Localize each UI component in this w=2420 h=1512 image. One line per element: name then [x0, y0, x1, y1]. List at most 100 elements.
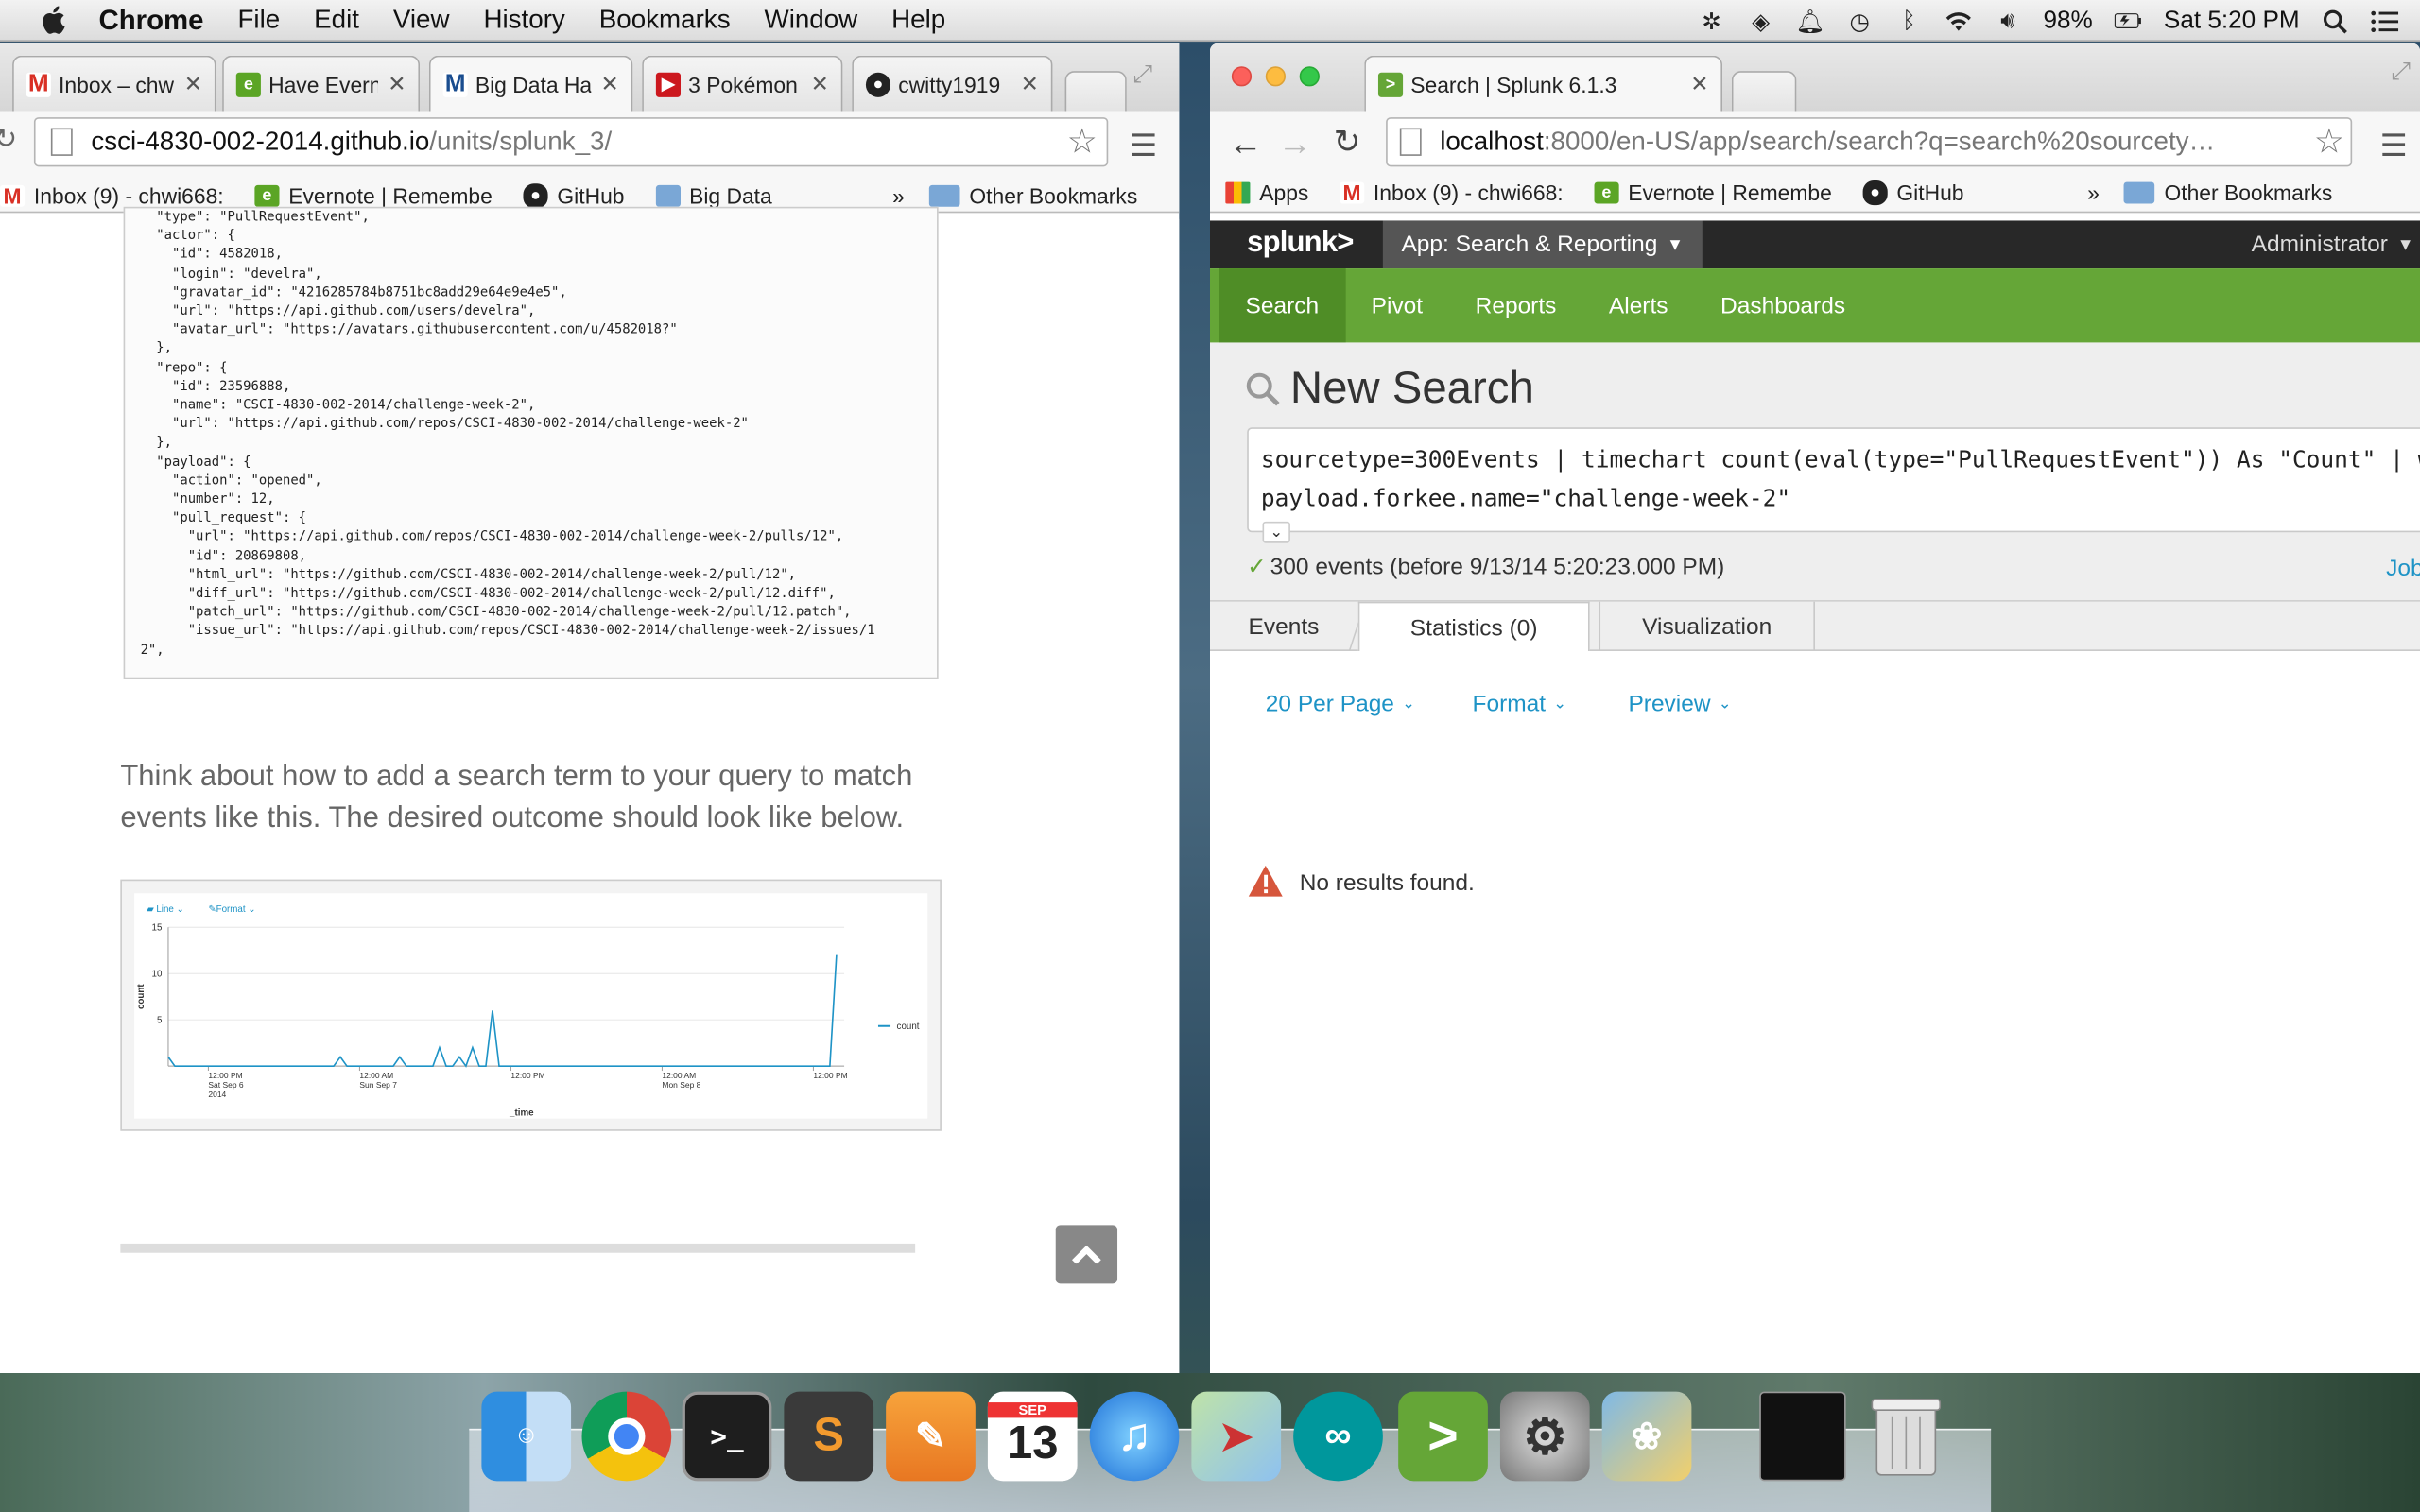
menu-help[interactable]: Help [891, 5, 945, 36]
calendar-month: SEP [987, 1402, 1078, 1418]
bookmark-inbox[interactable]: M Inbox (9) - chwi668: [0, 183, 224, 208]
sublime-icon[interactable]: S [784, 1391, 874, 1482]
nav-search[interactable]: Search [1219, 268, 1345, 343]
bookmark-inbox[interactable]: M Inbox (9) - chwi668: [1340, 180, 1564, 205]
menu-edit[interactable]: Edit [314, 5, 359, 36]
maps-icon[interactable]: ➤ [1191, 1391, 1282, 1482]
calendar-icon[interactable]: SEP 13 [987, 1391, 1078, 1482]
chart-svg: ▰ Line ⌄ ✎Format ⌄51015count12:00 PMSat S… [136, 904, 920, 1119]
bookmark-evernote[interactable]: e Evernote | Remembe [254, 183, 493, 208]
chevron-down-icon: ⌄ [1718, 696, 1732, 713]
iphoto-icon[interactable]: ❀ [1601, 1391, 1692, 1482]
user-menu[interactable]: Administrator ▼ [2252, 220, 2414, 268]
dropbox-icon[interactable]: ◈ [1747, 9, 1774, 35]
chrome-icon[interactable] [581, 1391, 672, 1482]
arduino-icon[interactable]: ∞ [1293, 1391, 1383, 1482]
bookmark-label: Other Bookmarks [969, 183, 1138, 209]
forward-icon[interactable]: → [1278, 124, 1312, 163]
pages-icon[interactable]: ✎ [886, 1391, 976, 1482]
bookmark-star-icon[interactable]: ☆ [1067, 122, 1098, 162]
apple-icon[interactable] [37, 3, 71, 37]
other-bookmarks[interactable]: Other Bookmarks [928, 183, 1138, 209]
search-status: 300 events (before 9/13/14 5:20:23.000 P… [1270, 554, 1725, 580]
tab-visualization[interactable]: Visualization [1599, 601, 1816, 651]
system-prefs-icon[interactable]: ⚙ [1499, 1391, 1590, 1482]
notification-bell-icon[interactable]: 🔔︎ [1795, 9, 1824, 35]
url-path: :8000/en-US/app/search/search?q=search%2… [1543, 126, 2216, 156]
menu-bookmarks[interactable]: Bookmarks [599, 5, 731, 36]
itunes-icon[interactable]: ♫ [1089, 1391, 1180, 1482]
bookmark-label: GitHub [557, 183, 625, 209]
chevron-double-icon[interactable]: » [892, 183, 905, 208]
close-icon[interactable]: ✕ [601, 71, 619, 97]
code-line: "pull_request": { [140, 510, 307, 527]
reload-icon[interactable]: ↻ [1334, 124, 1361, 163]
trash-icon[interactable] [1861, 1392, 1951, 1482]
close-icon[interactable]: ✕ [1690, 71, 1708, 97]
address-bar[interactable]: localhost:8000/en-US/app/search/search?q… [1386, 117, 2353, 167]
tab-statistics[interactable]: Statistics (0) [1357, 601, 1590, 653]
clock[interactable]: Sat 5:20 PM [2164, 7, 2300, 34]
menu-view[interactable]: View [393, 5, 450, 36]
menu-icon[interactable]: ☰ [2380, 127, 2408, 165]
other-bookmarks[interactable]: Other Bookmarks [2123, 180, 2332, 205]
app-menu[interactable]: App: Search & Reporting ▼ [1382, 220, 1703, 269]
code-line: "actor": { [140, 228, 235, 245]
per-page-dropdown[interactable]: 20 Per Page ⌄ [1266, 691, 1415, 717]
bookmark-evernote[interactable]: e Evernote | Remembe [1594, 180, 1832, 205]
bookmark-github[interactable]: ● GitHub [523, 183, 625, 209]
menu-app-name[interactable]: Chrome [98, 4, 203, 36]
expand-query-icon[interactable]: ⌄ [1262, 521, 1290, 543]
tab-big-data[interactable]: M Big Data Ha ✕ [428, 55, 633, 112]
time-machine-icon[interactable]: ◷ [1846, 9, 1874, 35]
bookmark-label: Inbox (9) - chwi668: [33, 183, 224, 209]
volume-icon[interactable]: 🔊︎ [1994, 8, 2021, 34]
splunk-icon[interactable]: > [1398, 1391, 1488, 1482]
close-window-button[interactable] [1231, 66, 1253, 87]
bookmark-github[interactable]: ● GitHub [1862, 180, 1964, 206]
code-line: "gravatar_id": "4216285784b8751bc8add29e… [140, 284, 567, 301]
search-query-input[interactable]: sourcetype=300Events | timechart count(e… [1247, 427, 2420, 533]
battery-icon[interactable] [2114, 9, 2142, 33]
terminal-thumb-icon[interactable] [1759, 1391, 1846, 1482]
bookmark-star-icon[interactable]: ☆ [2308, 121, 2344, 163]
nav-pivot[interactable]: Pivot [1345, 268, 1449, 342]
terminal-icon[interactable]: >_ [682, 1391, 772, 1482]
tab-events[interactable]: Events [1210, 601, 1367, 651]
menu-icon[interactable]: ☰ [1130, 127, 1157, 165]
bluetooth-icon[interactable]: ᛒ [1895, 8, 1923, 34]
y-axis-label: count [136, 984, 147, 1009]
menu-window[interactable]: Window [764, 5, 857, 36]
chevron-double-icon[interactable]: » [2087, 180, 2100, 205]
fullscreen-icon[interactable]: ⤢ [2391, 59, 2411, 86]
bookmark-big-data[interactable]: Big Data [655, 183, 772, 208]
chevron-down-icon: ▼ [2396, 234, 2414, 254]
preview-dropdown[interactable]: Preview ⌄ [1628, 691, 1731, 717]
asterisk-icon[interactable]: ✲ [1698, 9, 1725, 35]
nav-dashboards[interactable]: Dashboards [1694, 268, 1872, 342]
github-icon: ● [523, 183, 548, 209]
address-bar[interactable]: csci-4830-002-2014.github.io/units/splun… [33, 117, 1109, 167]
finder-icon[interactable]: ☺ [481, 1391, 572, 1482]
new-tab-button[interactable] [1731, 71, 1797, 112]
splunk-logo[interactable]: splunk> [1247, 227, 1354, 261]
job-menu[interactable]: Job [2386, 556, 2420, 582]
bookmark-apps[interactable]: Apps [1225, 180, 1308, 205]
tab-splunk-search[interactable]: > Search | Splunk 6.1.3 ✕ [1364, 55, 1723, 112]
nav-alerts[interactable]: Alerts [1582, 268, 1694, 342]
menu-file[interactable]: File [237, 5, 280, 36]
minimize-window-button[interactable] [1265, 66, 1286, 87]
legend-label: count [897, 1022, 920, 1032]
menu-history[interactable]: History [483, 5, 564, 36]
zoom-window-button[interactable] [1299, 66, 1320, 87]
spotlight-icon[interactable] [2322, 9, 2349, 33]
format-dropdown[interactable]: Format ⌄ [1473, 691, 1566, 717]
m-icon: M [442, 70, 468, 97]
url-path: /units/splunk_3/ [429, 126, 613, 156]
reload-icon[interactable]: ↻ [0, 124, 17, 156]
nav-reports[interactable]: Reports [1449, 268, 1582, 342]
scroll-to-top-button[interactable] [1055, 1225, 1118, 1284]
notification-center-icon[interactable] [2371, 9, 2399, 33]
wifi-icon[interactable] [1945, 9, 1972, 33]
back-icon[interactable]: ← [1229, 124, 1263, 163]
